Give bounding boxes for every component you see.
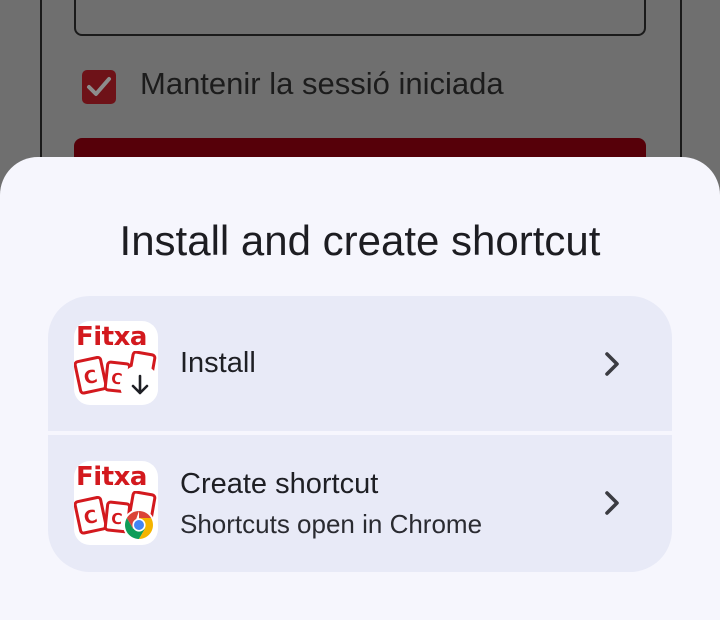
remember-session-checkbox[interactable] [82,70,116,104]
create-shortcut-sublabel: Shortcuts open in Chrome [180,509,483,539]
chevron-right-icon [605,491,619,515]
password-field[interactable] [74,0,646,36]
install-label: Install [180,347,256,379]
fitxa-app-icon: Fitxa C C [74,321,158,405]
chevron-right-icon [605,352,619,376]
app-icon-brand: Fitxa [76,322,147,352]
chrome-icon [122,508,156,542]
create-shortcut-option[interactable]: Fitxa C C Create shortcut Shortcuts open… [48,435,672,572]
fitxa-app-icon: Fitxa C C [74,461,158,545]
check-icon [87,77,111,96]
sheet-title: Install and create shortcut [119,217,601,264]
install-bottom-sheet: Install and create shortcut Fitxa C C In… [0,157,720,620]
remember-session-label: Mantenir la sessió iniciada [140,66,504,101]
app-icon-brand: Fitxa [76,462,147,492]
download-icon [122,367,158,403]
options-list: Fitxa C C Install Fitxa C C Create short… [48,296,672,572]
install-option[interactable]: Fitxa C C Install [48,296,672,431]
create-shortcut-label: Create shortcut [180,468,379,500]
